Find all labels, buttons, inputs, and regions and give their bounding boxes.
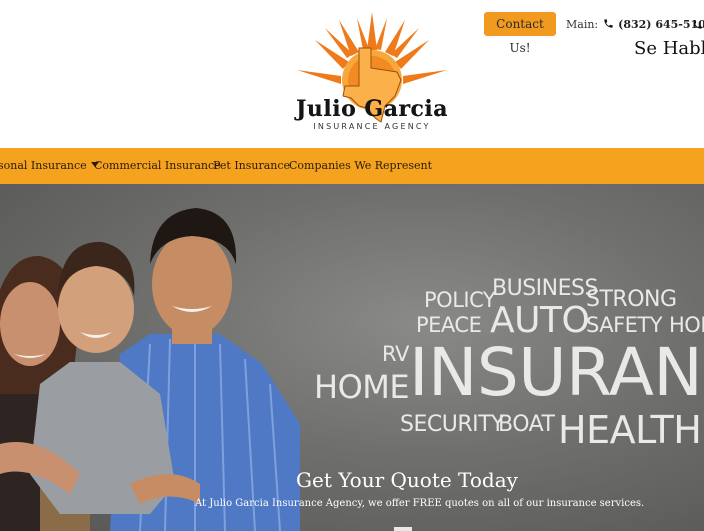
- main-phone[interactable]: Main: (832) 645-5100: [566, 18, 704, 31]
- quote-title: Get Your Quote Today: [296, 468, 518, 492]
- contact-us-button[interactable]: Contact Us!: [484, 12, 556, 55]
- nav-pet-insurance[interactable]: Pet Insurance: [213, 159, 290, 172]
- word-policy: POLICY: [424, 288, 496, 312]
- nav-personal-insurance[interactable]: sonal Insurance: [0, 159, 99, 172]
- phone-label: Main:: [566, 18, 599, 31]
- quote-text: At Julio Garcia Insurance Agency, we off…: [195, 498, 645, 509]
- word-insurance: INSURANC: [409, 334, 704, 411]
- word-strong: STRONG: [586, 287, 677, 312]
- phone-icon[interactable]: [692, 19, 703, 30]
- nav-item-label: sonal Insurance: [0, 159, 87, 172]
- phone-icon: [604, 19, 613, 28]
- agency-logo[interactable]: Julio Garcia INSURANCE AGENCY: [279, 10, 465, 140]
- word-business: BUSINESS: [492, 276, 598, 301]
- logo-subtitle: INSURANCE AGENCY: [313, 122, 431, 131]
- hero-banner: BUSINESS POLICY STRONG PEACE AUTO SAFETY…: [0, 184, 704, 531]
- slider-indicator[interactable]: [394, 527, 412, 531]
- word-rv: RV: [382, 342, 409, 366]
- nav-companies-we-represent[interactable]: Companies We Represent: [289, 159, 432, 172]
- se-habla-text: Se Habla: [634, 38, 704, 59]
- word-boat: BOAT: [498, 412, 555, 437]
- logo-title: Julio Garcia: [295, 96, 449, 122]
- site-header: Contact Us! Main: (832) 645-5100 Se Habl…: [0, 0, 704, 148]
- nav-commercial-insurance[interactable]: Commercial Insurance: [94, 159, 221, 172]
- word-home: HOME: [314, 368, 410, 406]
- word-health: HEALTH: [558, 408, 702, 452]
- word-security: SECURITY: [400, 412, 504, 437]
- main-nav: sonal Insurance Commercial Insurance Pet…: [0, 148, 704, 184]
